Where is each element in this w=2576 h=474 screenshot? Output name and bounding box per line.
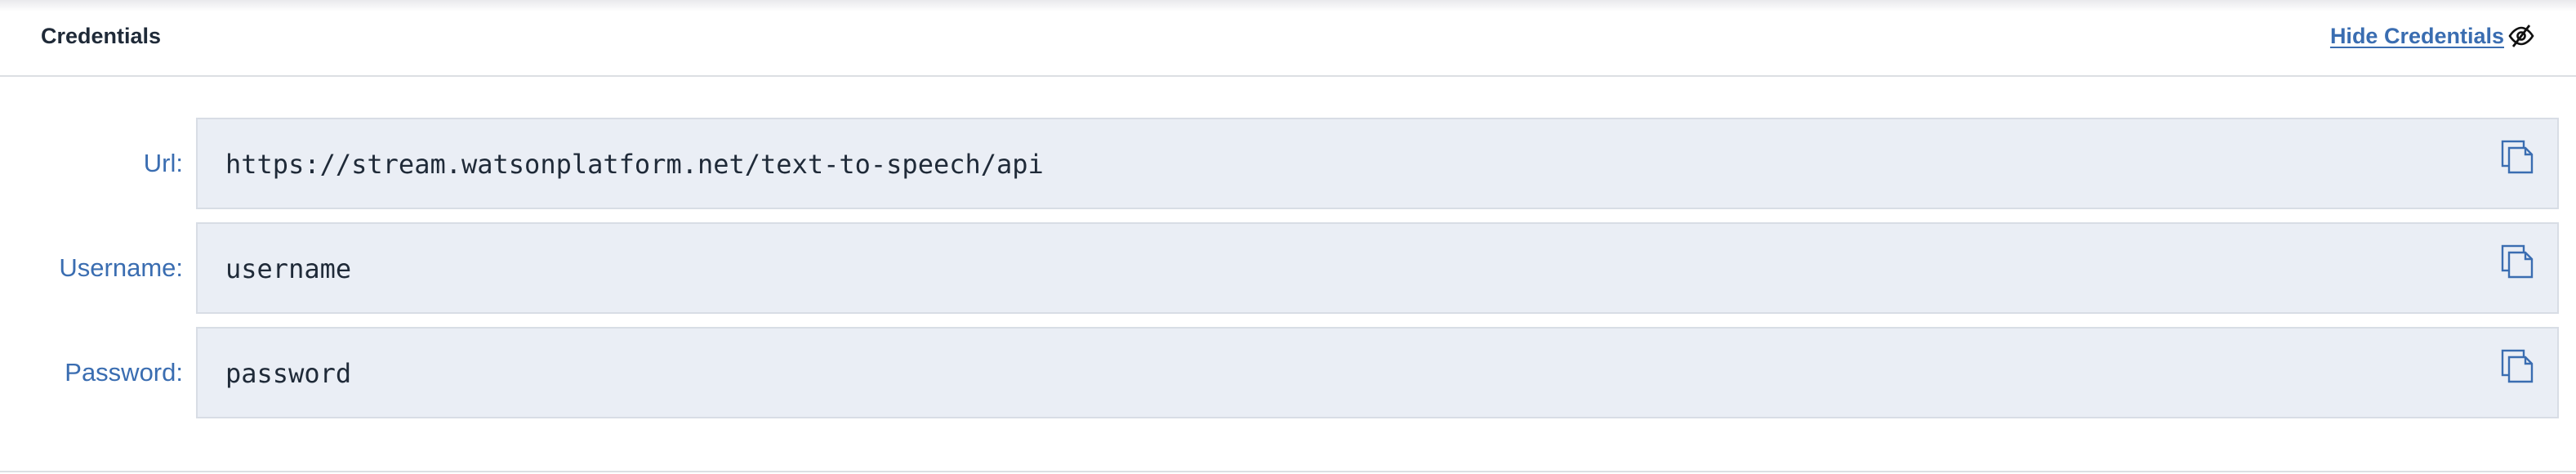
bottom-divider	[0, 471, 2576, 472]
username-row: Username: username	[0, 222, 2576, 314]
copy-username-icon[interactable]	[2500, 244, 2536, 279]
hide-credentials-button[interactable]: Hide Credentials	[2330, 20, 2535, 52]
username-label: Username:	[59, 253, 183, 282]
copy-url-icon[interactable]	[2500, 139, 2536, 175]
username-field[interactable]: username	[196, 222, 2559, 314]
password-row: Password: password	[0, 327, 2576, 418]
credentials-title: Credentials	[41, 24, 162, 48]
hide-credentials-label[interactable]: Hide Credentials	[2330, 21, 2504, 51]
username-value[interactable]: username	[225, 252, 351, 286]
eye-slash-icon[interactable]	[2507, 24, 2535, 48]
password-value[interactable]: password	[225, 356, 351, 391]
url-label: Url:	[143, 149, 183, 177]
password-label: Password:	[65, 358, 183, 387]
url-value[interactable]: https://stream.watsonplatform.net/text-t…	[225, 147, 1044, 181]
password-field[interactable]: password	[196, 327, 2559, 418]
credentials-panel: Credentials Hide Credentials Url: https:…	[0, 0, 2576, 474]
copy-password-icon[interactable]	[2500, 348, 2536, 384]
credentials-header: Credentials Hide Credentials	[0, 0, 2576, 77]
url-row: Url: https://stream.watsonplatform.net/t…	[0, 118, 2576, 209]
url-field[interactable]: https://stream.watsonplatform.net/text-t…	[196, 118, 2559, 209]
